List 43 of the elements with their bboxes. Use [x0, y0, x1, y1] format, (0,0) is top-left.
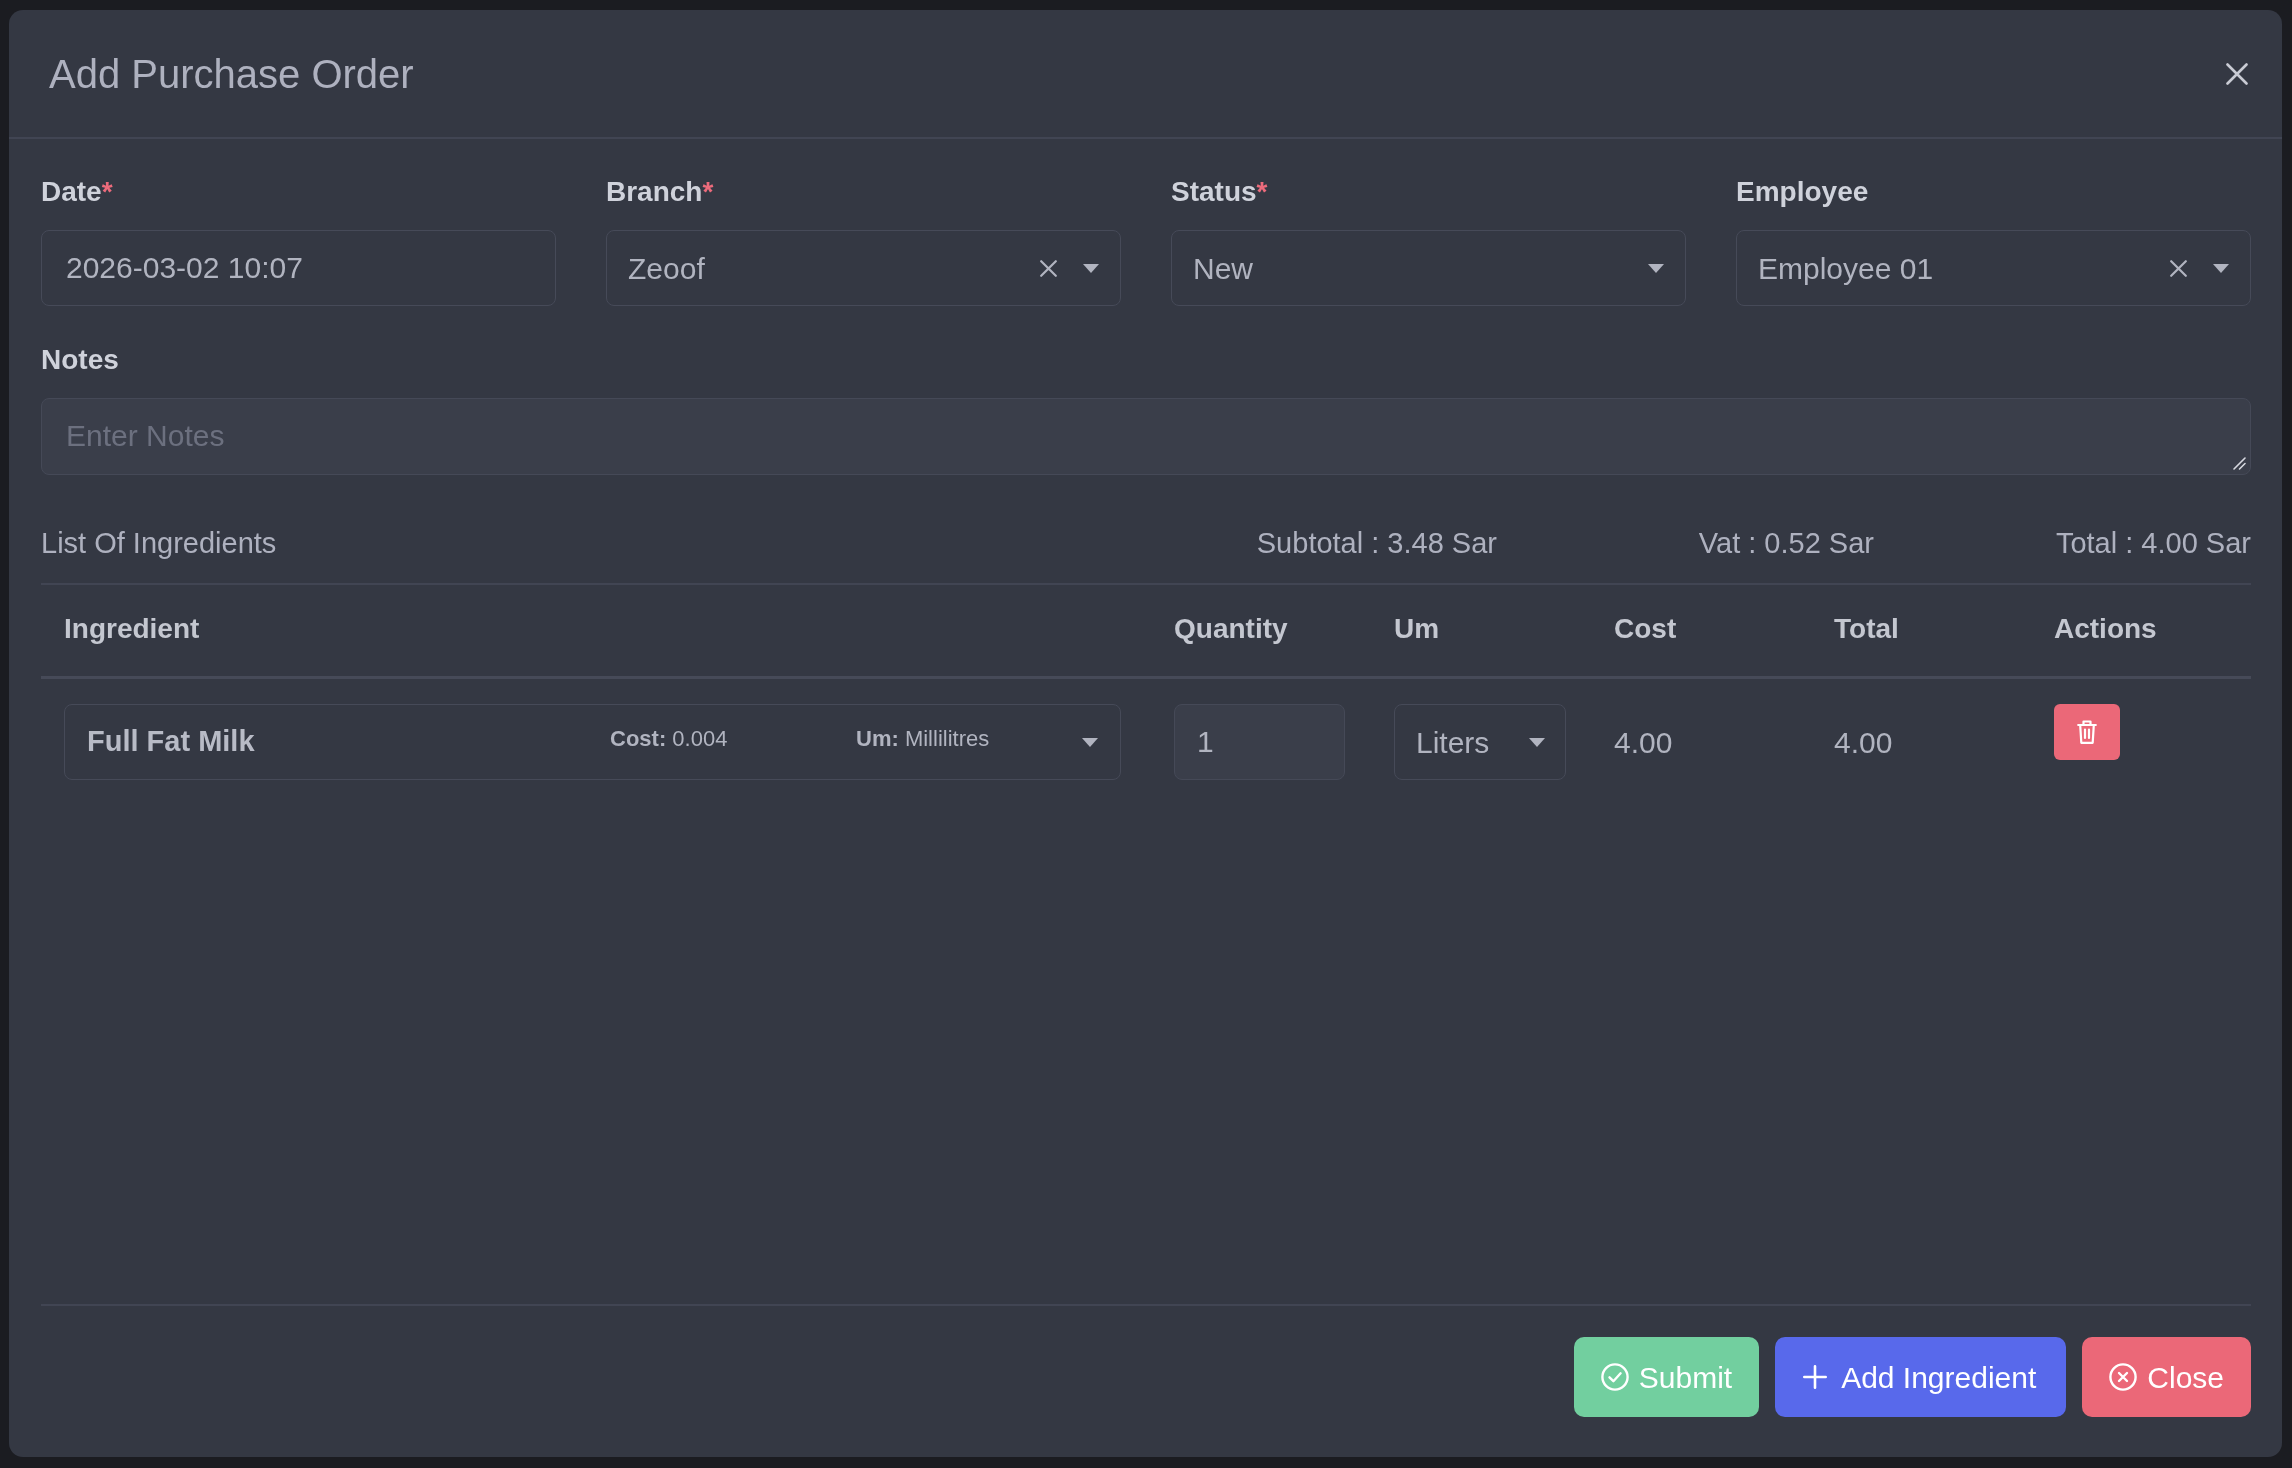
dropdown-field[interactable]: New [1171, 230, 1686, 306]
caret-icon [2213, 263, 2229, 273]
caret-icon [1648, 263, 1664, 273]
field-label: Status* [1171, 175, 1269, 209]
column-header: Um [1371, 585, 1591, 678]
ingredient-cost: Cost: 0.004 [610, 724, 729, 753]
table-cell: 4.00 [1614, 725, 1673, 759]
quantity-field[interactable]: 1 [1174, 704, 1345, 780]
trash-icon [2077, 720, 2097, 744]
section-title: List Of Ingredients [41, 526, 278, 561]
column-header: Actions [2031, 585, 2251, 678]
ingredient-unit: Um: Millilitres [856, 724, 991, 753]
unit-dropdown[interactable]: Liters [1394, 704, 1566, 780]
close-button[interactable]: Close [2082, 1337, 2251, 1417]
ingredient-dropdown[interactable]: Full Fat Milk Cost: 0.004 Um: Millilitres [64, 704, 1121, 780]
amount-summary: Subtotal : 3.48 Sar [1255, 526, 1497, 561]
close-circle-icon [2109, 1363, 2138, 1391]
field-label: Date* [41, 175, 114, 209]
field-label: Notes [41, 343, 120, 377]
field-label: Branch* [606, 175, 715, 209]
close-button[interactable] [2226, 62, 2248, 85]
check-circle-icon [1600, 1363, 1629, 1391]
table-cell: 4.00 [1834, 725, 1893, 759]
dropdown-field[interactable]: Zeoof [606, 230, 1121, 306]
close-icon [2226, 62, 2248, 85]
caret-icon [1529, 737, 1545, 747]
plus-icon [1803, 1365, 1828, 1389]
amount-summary: Vat : 0.52 Sar [1697, 526, 1874, 561]
column-header: Ingredient [41, 585, 1151, 678]
date-field[interactable]: 2026-03-02 10:07 [41, 230, 556, 306]
dropdown-field[interactable]: Employee 01 [1736, 230, 2251, 306]
column-header: Cost [1591, 585, 1811, 678]
amount-summary: Total : 4.00 Sar [2054, 526, 2251, 561]
resize-grip-icon [2232, 456, 2246, 470]
ingredient-name: Full Fat Milk [87, 724, 256, 760]
column-header: Total [1811, 585, 2031, 678]
dialog-title: Add Purchase Order [49, 50, 414, 98]
column-header: Quantity [1151, 585, 1371, 678]
caret-icon [1082, 737, 1098, 747]
field-label: Employee [1736, 175, 1870, 209]
delete-button[interactable] [2054, 704, 2120, 760]
caret-icon [1083, 263, 1099, 273]
add-ingredient-button[interactable]: Add Ingredient [1775, 1337, 2067, 1417]
